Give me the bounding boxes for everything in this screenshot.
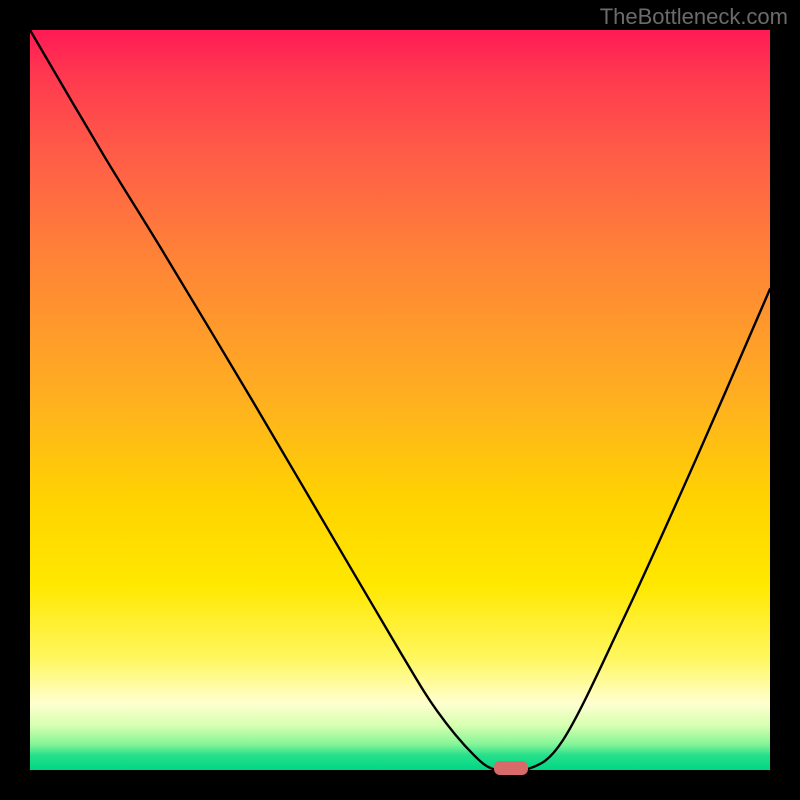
bottleneck-curve-line xyxy=(30,30,770,773)
optimal-match-marker xyxy=(494,761,528,775)
watermark: TheBottleneck.com xyxy=(600,4,788,30)
chart-svg xyxy=(30,30,770,770)
chart-area xyxy=(30,30,770,770)
